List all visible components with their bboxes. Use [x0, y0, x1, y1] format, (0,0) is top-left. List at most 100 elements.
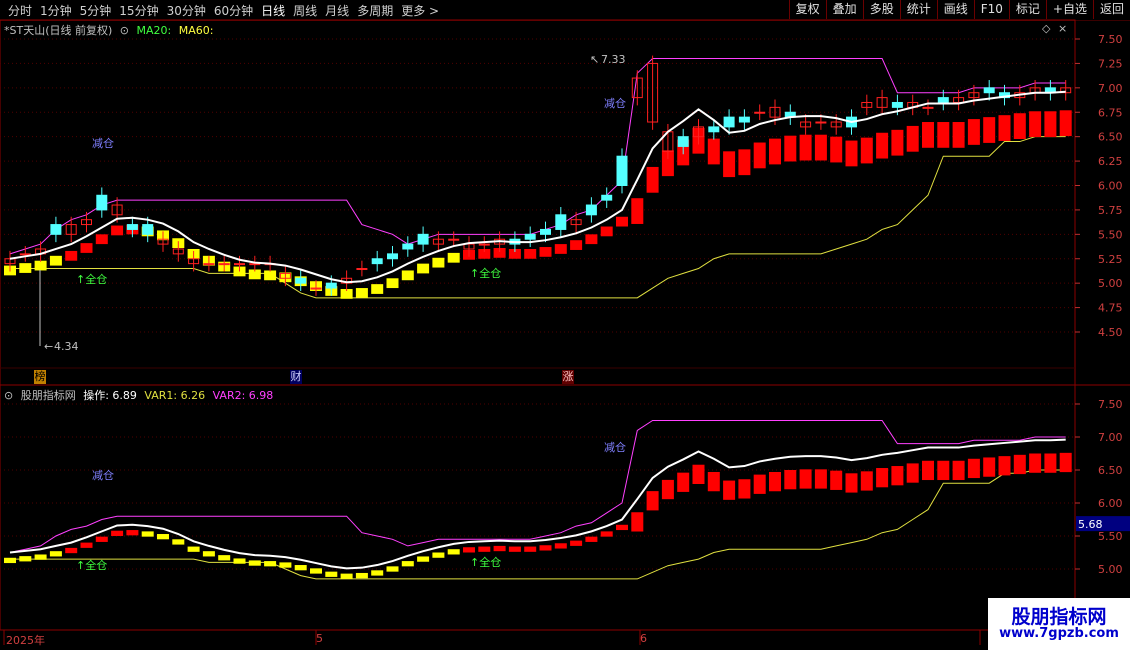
- band-bar-lower: [80, 542, 93, 548]
- candle-body: [601, 194, 613, 201]
- candle-body: [142, 224, 154, 235]
- reduce-annotation-1: 减仓: [92, 136, 114, 150]
- candle-body: [50, 224, 62, 235]
- var2-line-lower: [9, 420, 1066, 553]
- close-icon[interactable]: ×: [1058, 22, 1067, 35]
- band-bar-upper: [417, 263, 430, 274]
- candle-body: [126, 224, 138, 230]
- candle-body: [448, 238, 460, 241]
- watermark-logo: 股朋指标网 www.7gpzb.com: [988, 598, 1130, 650]
- band-bar-lower: [447, 549, 460, 555]
- candle-body: [677, 136, 689, 147]
- y-tick-upper-0: 7.50: [1098, 33, 1123, 46]
- band-bar-upper: [876, 132, 889, 159]
- band-bar-lower: [508, 546, 521, 552]
- band-bar-upper: [264, 270, 277, 281]
- kline-chart[interactable]: 7.50 7.25 7.00 6.75 6.50 6.25 6.00 5.75 5.50 5.25…: [0, 0, 1130, 650]
- candle-body: [723, 116, 735, 128]
- band-bar-lower: [906, 463, 919, 483]
- band-bar-lower: [707, 471, 720, 492]
- y-tick-upper-8: 5.50: [1098, 228, 1123, 241]
- band-bar-lower: [1059, 452, 1072, 473]
- band-bar-lower: [983, 457, 996, 477]
- band-bar-lower: [952, 460, 965, 481]
- band-bar-lower: [830, 470, 843, 490]
- y-tick-lower-1: 7.00: [1098, 431, 1123, 444]
- candle-body: [540, 228, 551, 235]
- band-bar-lower: [233, 558, 246, 564]
- band-bar-lower: [891, 466, 904, 486]
- band-bar-upper: [814, 134, 827, 161]
- var2-value: VAR2: 6.98: [212, 389, 274, 402]
- band-bar-upper: [401, 270, 414, 281]
- date-label-may: 5: [316, 632, 323, 645]
- band-bar-upper: [784, 135, 797, 162]
- band-bar-lower: [554, 543, 567, 549]
- band-bar-upper: [983, 117, 996, 143]
- date-label-june: 6: [640, 632, 647, 645]
- full-annotation-1: ↑全仓: [76, 272, 107, 286]
- marker-cai[interactable]: 财: [290, 370, 302, 384]
- band-bar-lower: [279, 562, 292, 568]
- marker-zhang[interactable]: 涨: [562, 370, 574, 384]
- band-bar-lower: [463, 547, 475, 553]
- band-bar-lower: [141, 531, 154, 537]
- band-bar-upper: [355, 288, 368, 298]
- band-bar-upper: [891, 129, 904, 156]
- band-bar-lower: [723, 480, 736, 500]
- y-tick-upper-5: 6.25: [1098, 155, 1123, 168]
- candle-body: [891, 101, 903, 108]
- full-annotation-2: ↑全仓: [470, 266, 501, 280]
- band-bar-upper: [600, 226, 613, 237]
- band-bar-upper: [723, 151, 736, 178]
- band-bar-upper: [922, 122, 934, 148]
- band-bar-upper: [34, 260, 47, 271]
- band-bar-upper: [570, 240, 583, 250]
- candle-body: [555, 214, 567, 230]
- band-bar-lower: [677, 472, 690, 492]
- marker-bang[interactable]: 榜: [34, 370, 46, 384]
- watermark-url: www.7gpzb.com: [999, 626, 1119, 641]
- high-price-label: 7.33: [601, 53, 626, 66]
- var1-value: VAR1: 6.26: [144, 389, 206, 402]
- band-bar-upper: [738, 149, 751, 176]
- band-bar-upper: [386, 278, 399, 289]
- band-bar-lower: [845, 473, 858, 493]
- current-value-label: 5.68: [1078, 518, 1103, 531]
- diamond-icon[interactable]: ◇: [1042, 22, 1050, 35]
- candle-body: [203, 263, 215, 266]
- candle-body: [983, 87, 995, 94]
- band-bar-upper: [646, 166, 659, 193]
- band-bar-upper: [707, 138, 720, 165]
- date-label-year: 2025年: [6, 634, 45, 647]
- band-bar-upper: [95, 234, 108, 245]
- band-bar-lower: [432, 552, 445, 558]
- band-bar-lower: [340, 573, 353, 579]
- candle-body: [295, 277, 307, 284]
- band-bar-upper: [19, 263, 32, 273]
- band-bar-lower: [355, 572, 368, 579]
- band-bar-lower: [524, 546, 537, 552]
- reduce-annotation-lower-2: 减仓: [604, 440, 626, 454]
- band-bar-lower: [769, 471, 781, 492]
- y-tick-upper-2: 7.00: [1098, 82, 1123, 95]
- band-bar-upper: [1029, 111, 1042, 138]
- band-bar-lower: [600, 531, 613, 537]
- ma-line-lower: [9, 438, 1066, 570]
- indicator-settings-icon[interactable]: ⊙: [4, 389, 13, 402]
- band-bar-lower: [49, 551, 62, 557]
- band-bar-upper: [1013, 113, 1026, 139]
- band-bar-lower: [34, 554, 47, 560]
- band-bar-lower: [1013, 454, 1026, 475]
- band-bar-lower: [4, 557, 16, 564]
- stock-title: *ST天山(日线 前复权): [4, 24, 113, 37]
- y-tick-lower-5: 5.00: [1098, 563, 1123, 576]
- band-bar-lower: [401, 561, 414, 567]
- band-bar-lower: [65, 547, 78, 554]
- band-bar-lower: [937, 460, 950, 481]
- band-bar-upper: [616, 216, 628, 227]
- candle-body: [616, 155, 628, 186]
- band-bar-lower: [922, 460, 934, 481]
- reduce-annotation-lower-1: 减仓: [92, 468, 114, 482]
- settings-icon[interactable]: ⊙: [120, 24, 129, 37]
